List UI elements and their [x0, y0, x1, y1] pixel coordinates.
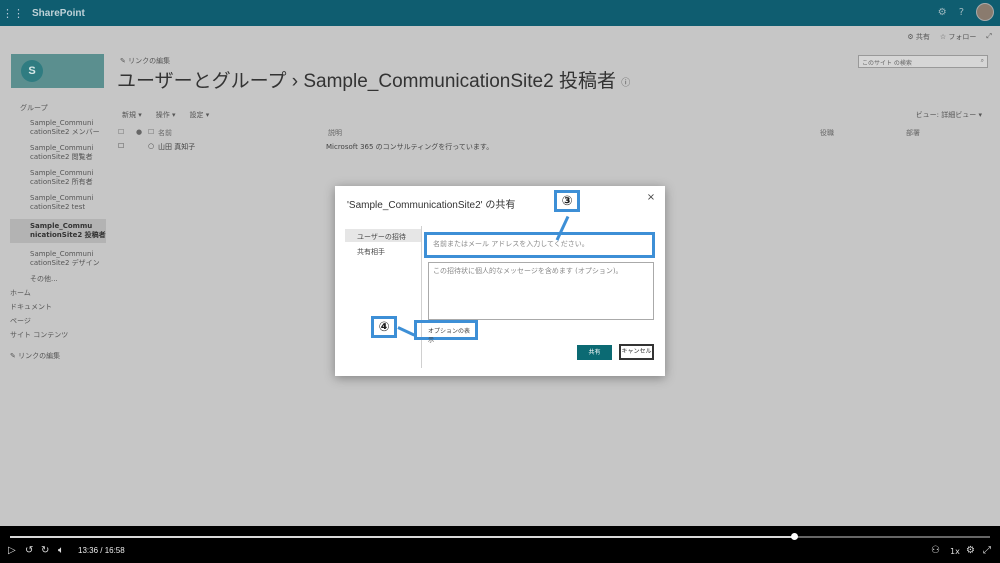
presence-icon: ○ [148, 142, 155, 150]
share-dialog: 'Sample_CommunicationSite2' の共有 × ユーザーの招… [335, 186, 665, 376]
play-icon[interactable]: ▷ [8, 545, 16, 557]
dialog-divider [421, 226, 422, 368]
rewind-icon[interactable]: ↺ [25, 545, 33, 557]
search-icon[interactable]: ⌕ [981, 57, 984, 65]
video-player-bar: ▷ ↺ ↻ 🔈︎ 13:36 / 16:58 ⚇ 1x ⚙ ⤢ [0, 526, 1000, 563]
nav-group-heading[interactable]: グループ [20, 104, 106, 113]
nav-edit-links[interactable]: ✎ リンクの編集 [10, 352, 106, 361]
column-name[interactable]: 名前 [158, 128, 172, 138]
nav-home[interactable]: ホーム [10, 289, 106, 298]
site-logo-mark: S [21, 60, 43, 82]
nav-group-contributors[interactable]: Sample_Commu nicationSite2 投稿者 [10, 219, 106, 243]
info-icon[interactable]: ⓘ [621, 77, 630, 87]
site-logo[interactable]: S [11, 54, 104, 88]
nav-more[interactable]: その他... [30, 275, 106, 284]
nav-pages[interactable]: ページ [10, 317, 106, 326]
column-department[interactable]: 部署 [906, 128, 920, 138]
playback-time: 13:36 / 16:58 [78, 546, 125, 555]
suite-bar: ⋮⋮ SharePoint ⚙ ? [0, 0, 1000, 26]
pencil-icon: ✎ [10, 352, 19, 360]
nav-group-members[interactable]: Sample_Communi cationSite2 メンバー [30, 119, 106, 137]
callout-step-4: ④ [371, 316, 397, 338]
nav-documents[interactable]: ドキュメント [10, 303, 106, 312]
row-about: Microsoft 365 のコンサルティングを行っています。 [326, 143, 494, 151]
suite-brand[interactable]: SharePoint [32, 8, 85, 19]
share-button[interactable]: 共有 [577, 345, 612, 360]
select-all-checkbox[interactable]: ☐ [118, 128, 124, 136]
progress-fill [10, 536, 794, 538]
row-name[interactable]: 山田 真知子 [158, 142, 195, 152]
help-icon[interactable]: ? [959, 7, 964, 18]
left-navigation: グループ Sample_Communi cationSite2 メンバー Sam… [10, 104, 106, 366]
dialog-title: 'Sample_CommunicationSite2' の共有 [347, 200, 516, 211]
people-picker-input[interactable]: 名前またはメール アドレスを入力してください。 [424, 232, 655, 258]
header-checkbox[interactable]: ☐ [148, 128, 154, 136]
forward-icon[interactable]: ↻ [41, 545, 49, 557]
pencil-icon: ✎ [120, 57, 129, 65]
new-menu[interactable]: 新規 ▾ [122, 110, 142, 120]
view-selector[interactable]: ビュー: 詳細ビュー ▾ [916, 110, 982, 120]
gear-icon[interactable]: ⚙ [938, 7, 947, 18]
tab-shared-with[interactable]: 共有相手 [345, 244, 421, 257]
suite-actions: ⚙ ? [938, 3, 994, 21]
settings-menu[interactable]: 設定 ▾ [190, 110, 210, 120]
edit-links-top[interactable]: ✎ リンクの編集 [120, 56, 170, 66]
nav-group-test[interactable]: Sample_Communi cationSite2 test [30, 194, 106, 212]
share-page-button[interactable]: ⚙ 共有 [907, 32, 930, 42]
avatar[interactable] [976, 3, 994, 21]
playback-speed[interactable]: 1x [950, 546, 960, 558]
tab-invite-people[interactable]: ユーザーの招待 [345, 229, 421, 242]
list-toolbar: 新規 ▾ 操作 ▾ 設定 ▾ [122, 110, 209, 120]
row-checkbox[interactable]: ☐ [118, 142, 124, 150]
site-search-input[interactable]: このサイト の検索 ⌕ [858, 55, 988, 68]
progress-handle[interactable] [791, 533, 798, 540]
attachment-icon: ● [136, 128, 143, 136]
nav-group-visitors[interactable]: Sample_Communi cationSite2 閲覧者 [30, 144, 106, 162]
focus-mode-icon[interactable]: ⤢ [986, 32, 992, 42]
nav-site-contents[interactable]: サイト コンテンツ [10, 331, 106, 340]
top-actions: ⚙ 共有 ☆ フォロー ⤢ [907, 32, 992, 42]
share-icon: ⚙ [907, 33, 916, 41]
app-launcher-icon[interactable]: ⋮⋮ [0, 0, 26, 26]
callout-step-3: ③ [554, 190, 580, 212]
progress-track[interactable] [10, 533, 990, 540]
follow-button[interactable]: ☆ フォロー [940, 32, 977, 42]
nav-group-design[interactable]: Sample_Communi cationSite2 デザイン [30, 250, 106, 268]
captions-icon[interactable]: ⚇ [931, 545, 940, 557]
column-title[interactable]: 役職 [820, 128, 834, 138]
message-textarea[interactable]: この招待状に個人的なメッセージを含めます (オプション)。 [428, 262, 654, 320]
page-title: ユーザーとグループ › Sample_CommunicationSite2 投稿… [117, 71, 631, 92]
volume-icon[interactable]: 🔈︎ [58, 545, 64, 557]
cancel-button[interactable]: キャンセル [619, 344, 654, 360]
nav-group-owners[interactable]: Sample_Communi cationSite2 所有者 [30, 169, 106, 187]
fullscreen-icon[interactable]: ⤢ [983, 545, 991, 557]
show-options-link[interactable]: オプションの表示 [414, 320, 478, 344]
gear-icon[interactable]: ⚙ [966, 545, 975, 557]
close-icon[interactable]: × [645, 192, 657, 204]
actions-menu[interactable]: 操作 ▾ [156, 110, 176, 120]
column-about[interactable]: 説明 [328, 128, 342, 138]
